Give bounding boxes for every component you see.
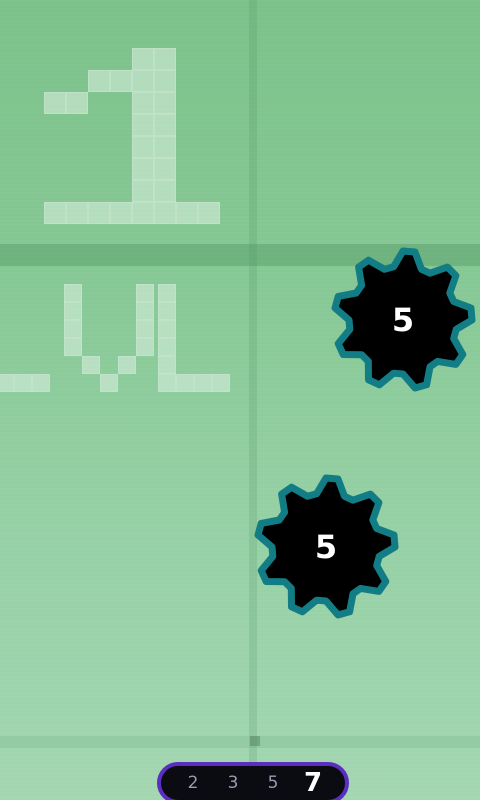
pixel-cell (132, 180, 154, 202)
pixel-cell (132, 136, 154, 158)
pixel-cell (66, 92, 88, 114)
pixel-cell (154, 48, 176, 70)
pixel-cell (158, 356, 176, 374)
pixel-cell (100, 374, 118, 392)
pixel-cell (154, 92, 176, 114)
pixel-cell (14, 374, 32, 392)
pixel-cell (154, 70, 176, 92)
pixel-cell (132, 114, 154, 136)
gear-value: 5 (314, 528, 338, 566)
pixel-cell (32, 374, 50, 392)
number-track: 2 3 5 7 (157, 762, 349, 800)
pixel-cell (212, 374, 230, 392)
pixel-cell (64, 302, 82, 320)
pixel-cell (132, 158, 154, 180)
ground-line (0, 736, 480, 748)
gear-value: 5 (391, 301, 415, 339)
pixel-cell (64, 320, 82, 338)
pixel-cell (154, 158, 176, 180)
pixel-cell (194, 374, 212, 392)
track-number: 3 (227, 773, 239, 793)
pixel-cell (132, 70, 154, 92)
pixel-cell (88, 70, 110, 92)
pixel-cell (44, 202, 66, 224)
pixel-cell (176, 374, 194, 392)
gear-obstacle[interactable]: 5 (251, 472, 401, 622)
pixel-cell (110, 70, 132, 92)
track-number: 5 (267, 773, 279, 793)
pixel-cell (158, 320, 176, 338)
pixel-cell (132, 48, 154, 70)
ground-marker (250, 736, 260, 746)
pixel-cell (158, 302, 176, 320)
pixel-cell (158, 374, 176, 392)
pixel-cell (198, 202, 220, 224)
pixel-cell (158, 284, 176, 302)
track-number-current: 7 (303, 768, 323, 798)
pixel-cell (132, 92, 154, 114)
pixel-cell (136, 320, 154, 338)
pixel-cell (88, 202, 110, 224)
pixel-cell (44, 92, 66, 114)
pixel-cell (136, 338, 154, 356)
pixel-cell (64, 284, 82, 302)
pixel-cell (176, 202, 198, 224)
pixel-cell (154, 202, 176, 224)
track-number: 2 (187, 773, 199, 793)
pixel-cell (158, 338, 176, 356)
background-stripes (0, 0, 480, 800)
pixel-cell (136, 284, 154, 302)
gear-obstacle[interactable]: 5 (328, 245, 478, 395)
pixel-cell (110, 202, 132, 224)
pixel-cell (0, 374, 14, 392)
pixel-cell (154, 136, 176, 158)
vertical-divider (249, 0, 257, 800)
pixel-cell (118, 356, 136, 374)
pixel-cell (82, 356, 100, 374)
pixel-cell (154, 180, 176, 202)
pixel-cell (64, 338, 82, 356)
pixel-cell (136, 302, 154, 320)
pixel-cell (154, 114, 176, 136)
pixel-cell (132, 202, 154, 224)
pixel-cell (66, 202, 88, 224)
